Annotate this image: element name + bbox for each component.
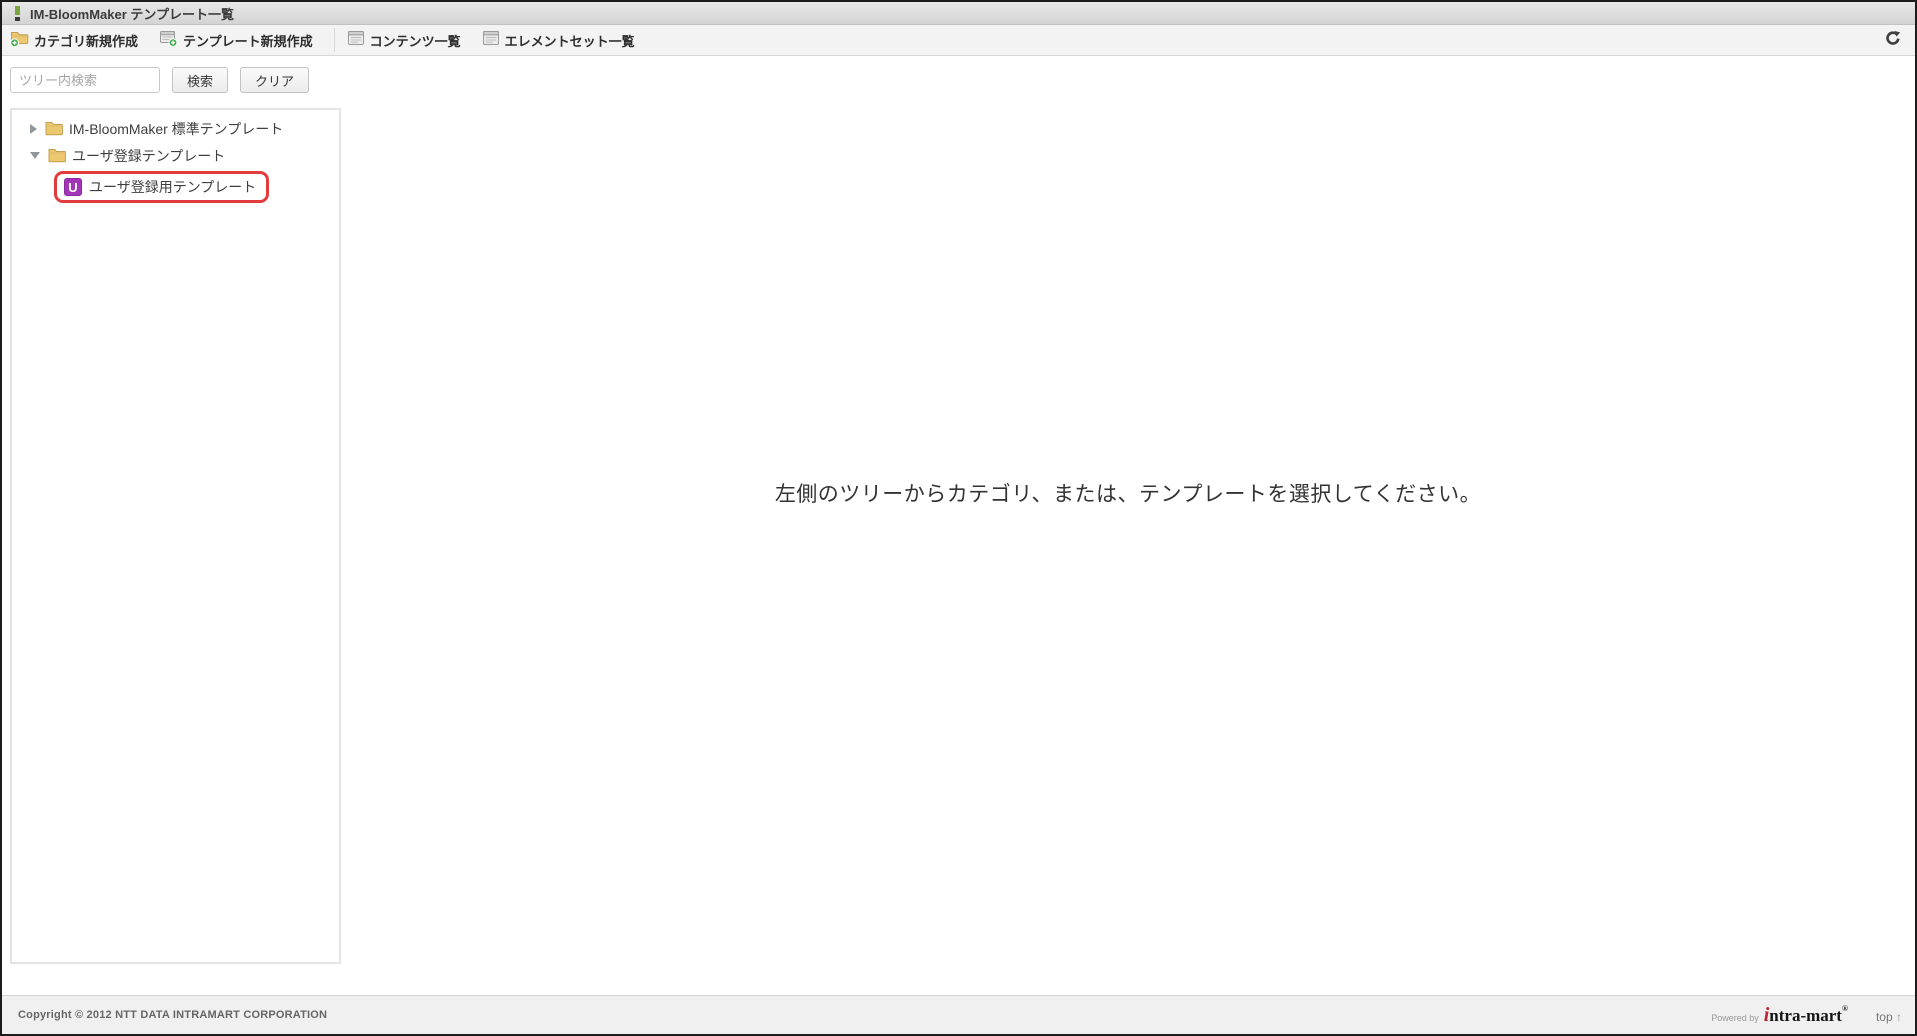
search-button[interactable]: 検索 [172, 67, 229, 93]
toolbar-label: カテゴリ新規作成 [34, 33, 139, 49]
toolbar-label: コンテンツ一覧 [369, 33, 461, 49]
template-new-icon [159, 29, 178, 52]
copyright-text: Copyright © 2012 NTT DATA INTRAMART CORP… [18, 1009, 328, 1021]
selection-highlight-box: U ユーザ登録用テンプレート [54, 171, 270, 203]
logo-registered-mark: ® [1841, 1003, 1848, 1013]
tree-item-label: ユーザ登録用テンプレート [89, 179, 257, 195]
tree-item-user-registration-template[interactable]: U ユーザ登録用テンプレート [64, 177, 256, 197]
category-new-icon [10, 29, 29, 52]
refresh-icon [1885, 30, 1901, 51]
tree-search-input[interactable] [10, 67, 160, 93]
logo-rest: ntra-mart [1769, 1005, 1842, 1025]
tree-search-row: 検索 クリア [10, 67, 310, 93]
top-label: top [1875, 1009, 1893, 1024]
toolbar-button-element-set-list[interactable]: エレメントセット一覧 [482, 30, 635, 51]
refresh-button[interactable] [1883, 30, 1903, 50]
tree-item-label: IM-BloomMaker 標準テンプレート [69, 120, 284, 137]
toolbar-divider [333, 28, 335, 52]
content-area: 検索 クリア IM-BloomMaker 標準テンプレート ユーザ登録テンプレー… [2, 56, 1915, 995]
footer-right: Powered by intra-mart® top ↑ [1711, 1004, 1902, 1027]
toolbar-button-template-new[interactable]: テンプレート新規作成 [159, 29, 313, 52]
page-title: IM-BloomMaker テンプレート一覧 [30, 6, 235, 22]
folder-icon [45, 122, 63, 136]
intra-mart-logo: intra-mart® [1764, 1004, 1848, 1027]
back-to-top-link[interactable]: top ↑ [1876, 1010, 1902, 1024]
template-tree-panel: IM-BloomMaker 標準テンプレート ユーザ登録テンプレート U ユーザ… [10, 108, 341, 964]
clear-button[interactable]: クリア [240, 67, 310, 93]
element-set-list-icon [482, 30, 500, 51]
chevron-right-icon[interactable] [30, 123, 37, 134]
toolbar-label: エレメントセット一覧 [504, 33, 635, 49]
title-bar: IM-BloomMaker テンプレート一覧 [2, 2, 1915, 25]
toolbar-button-category-new[interactable]: カテゴリ新規作成 [10, 29, 138, 52]
contents-list-icon [347, 30, 365, 51]
powered-by-text: Powered by [1711, 1012, 1759, 1023]
toolbar: カテゴリ新規作成 テンプレート新規作成 コンテンツ一覧 エレメントセット一覧 [2, 25, 1915, 56]
toolbar-button-contents-list[interactable]: コンテンツ一覧 [347, 30, 461, 51]
page-title-icon [15, 5, 21, 21]
page: IM-BloomMaker テンプレート一覧 カテゴリ新規作成 テンプレート新規… [0, 0, 1917, 1036]
folder-icon [48, 149, 66, 163]
main-placeholder-message: 左側のツリーからカテゴリ、または、テンプレートを選択してください。 [774, 483, 1482, 506]
tree-item-label: ユーザ登録テンプレート [72, 147, 226, 164]
up-arrow-icon: ↑ [1896, 1009, 1902, 1024]
tree-item-standard-templates[interactable]: IM-BloomMaker 標準テンプレート [12, 115, 339, 142]
template-badge-icon: U [64, 178, 82, 196]
chevron-down-icon[interactable] [30, 152, 40, 159]
toolbar-label: テンプレート新規作成 [183, 33, 313, 49]
footer: Copyright © 2012 NTT DATA INTRAMART CORP… [2, 995, 1915, 1034]
tree-item-user-registration-category[interactable]: ユーザ登録テンプレート [12, 142, 339, 169]
